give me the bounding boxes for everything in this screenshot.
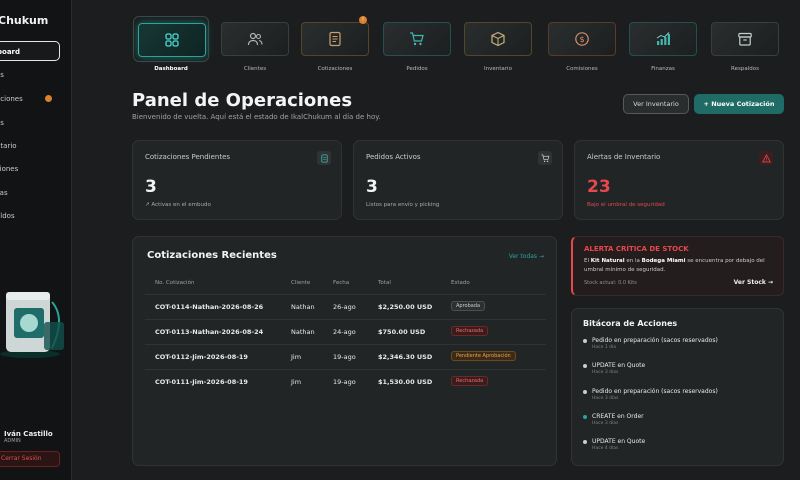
archive-icon bbox=[738, 32, 752, 46]
module-tile-dashboard[interactable] bbox=[133, 16, 209, 62]
module-tile-respaldos[interactable] bbox=[707, 16, 783, 62]
view-stock-link[interactable]: Ver Stock → bbox=[734, 279, 773, 286]
page-subtitle: Bienvenido de vuelta. Aquí está el estad… bbox=[132, 113, 381, 121]
new-quote-button[interactable]: + Nueva Cotización bbox=[694, 94, 784, 114]
column-header: Cliente bbox=[291, 280, 311, 286]
users-icon bbox=[247, 32, 263, 46]
status-badge: Rechazada bbox=[451, 376, 489, 386]
critical-stock-alert: ALERTA CRÍTICA DE STOCK El Kit Natural e… bbox=[571, 236, 784, 296]
module-label: Dashboard bbox=[154, 66, 188, 72]
user-role: ADMIN bbox=[4, 438, 21, 444]
stat-title: Cotizaciones Pendientes bbox=[145, 153, 231, 161]
document-icon bbox=[329, 31, 341, 47]
panel-title: Bitácora de Acciones bbox=[583, 319, 678, 328]
see-all-link[interactable]: Ver todas → bbox=[509, 253, 544, 260]
action-log-panel: Bitácora de Acciones Pedido en preparaci… bbox=[571, 308, 784, 466]
product-bucket-image bbox=[0, 292, 64, 358]
module-label: Comisiones bbox=[566, 66, 598, 72]
stat-value: 23 bbox=[587, 177, 611, 197]
module-label: Pedidos bbox=[406, 66, 428, 72]
sidebar-item-dashboard[interactable]: board bbox=[0, 41, 60, 61]
panel-title: Cotizaciones Recientes bbox=[147, 250, 277, 261]
stat-value: 3 bbox=[366, 177, 378, 197]
sidebar-item-respaldos[interactable]: aldos bbox=[0, 206, 60, 226]
sidebar-item-cotizaciones[interactable]: aciones bbox=[0, 89, 60, 109]
status-badge: Pendiente Aprobación bbox=[451, 351, 516, 361]
sidebar-item-clientes[interactable]: es bbox=[0, 65, 60, 85]
sidebar-item-finanzas[interactable]: zas bbox=[0, 183, 60, 203]
brand-name: Chukum bbox=[0, 14, 49, 27]
module-tile-pedidos[interactable] bbox=[379, 16, 455, 62]
stat-subtitle: ↗ Activas en el embudo bbox=[145, 202, 211, 208]
box-icon bbox=[491, 31, 505, 47]
module-label: Respaldos bbox=[731, 66, 759, 72]
user-name: Iván Castillo bbox=[4, 430, 53, 438]
current-stock-text: Stock actual: 0.0 Kits bbox=[584, 280, 637, 286]
status-badge: Rechazada bbox=[451, 326, 489, 336]
column-header: Total bbox=[378, 280, 391, 286]
module-label: Inventario bbox=[484, 66, 512, 72]
stat-card-pending-quotes: Cotizaciones Pendientes 3 ↗ Activas en e… bbox=[132, 140, 342, 220]
notification-badge: ! bbox=[359, 16, 367, 24]
recent-quotes-panel: Cotizaciones Recientes Ver todas → No. C… bbox=[132, 236, 557, 466]
module-label: Finanzas bbox=[651, 66, 675, 72]
stat-subtitle: Listos para envío y picking bbox=[366, 202, 440, 208]
alert-title: ALERTA CRÍTICA DE STOCK bbox=[584, 245, 689, 253]
column-header: Fecha bbox=[333, 280, 350, 286]
stat-title: Pedidos Activos bbox=[366, 153, 421, 161]
module-tile-comisiones[interactable]: $ bbox=[544, 16, 620, 62]
chart-icon bbox=[656, 32, 670, 45]
status-badge: Aprobada bbox=[451, 301, 486, 311]
warning-icon bbox=[761, 153, 771, 162]
stat-card-inventory-alerts: Alertas de Inventario 23 Bajo el umbral … bbox=[574, 140, 784, 220]
notification-badge bbox=[45, 95, 52, 102]
alert-body: El Kit Natural en la Bodega Miami se enc… bbox=[584, 258, 765, 273]
module-label: Clientes bbox=[243, 66, 267, 72]
view-inventory-button[interactable]: Ver Inventario bbox=[623, 94, 689, 114]
grid-icon bbox=[165, 33, 179, 47]
stat-card-active-orders: Pedidos Activos 3 Listos para envío y pi… bbox=[353, 140, 563, 220]
dollar-icon: $ bbox=[575, 32, 589, 46]
stat-value: 3 bbox=[145, 177, 157, 197]
page-title: Panel de Operaciones bbox=[132, 90, 353, 111]
module-tile-finanzas[interactable] bbox=[625, 16, 701, 62]
sidebar-item-comisiones[interactable]: siones bbox=[0, 159, 60, 179]
document-icon bbox=[320, 153, 328, 163]
column-header: Estado bbox=[451, 280, 470, 286]
stat-title: Alertas de Inventario bbox=[587, 153, 661, 161]
logout-button[interactable]: Cerrar Sesión bbox=[0, 451, 60, 467]
stat-subtitle: Bajo el umbral de seguridad bbox=[587, 202, 665, 208]
svg-text:$: $ bbox=[579, 35, 584, 44]
sidebar-item-pedidos[interactable]: os bbox=[0, 113, 60, 133]
module-label: Cotizaciones bbox=[317, 66, 353, 72]
sidebar: Chukum board es aciones os ntario siones… bbox=[0, 0, 72, 480]
cart-icon bbox=[540, 154, 549, 162]
module-tile-inventario[interactable] bbox=[460, 16, 536, 62]
cart-icon bbox=[410, 32, 424, 46]
column-header: No. Cotización bbox=[155, 280, 195, 286]
sidebar-item-inventario[interactable]: ntario bbox=[0, 136, 60, 156]
module-tile-clientes[interactable] bbox=[217, 16, 293, 62]
